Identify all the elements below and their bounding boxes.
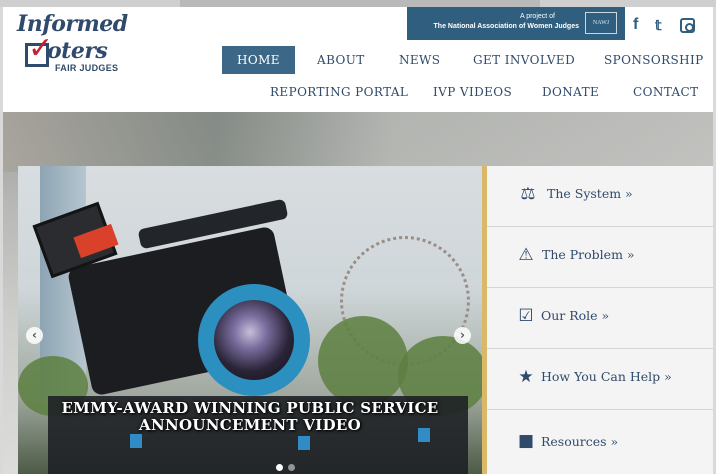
checkbox-icon: ☑ [518, 306, 534, 326]
site-header: Informed ✓ oters FAIR JUDGES A project o… [3, 7, 713, 112]
rig-blue-part [298, 436, 310, 450]
project-banner-line2: The National Association of Women Judges [433, 23, 579, 30]
slider-prev-button[interactable]: ‹ [26, 327, 43, 344]
menu-item-the-problem[interactable]: ⚠ The Problem » [487, 227, 713, 288]
facebook-icon[interactable]: f [633, 16, 638, 34]
slide-tree [318, 316, 408, 406]
slider-next-button[interactable]: › [454, 327, 471, 344]
project-banner-line1: A project of [519, 13, 555, 20]
logo-word-voters: oters [47, 38, 108, 64]
side-menu: ⚖ The System » ⚠ The Problem » ☑ Our Rol… [487, 166, 713, 474]
nawj-seal-icon: NAWJ [585, 12, 617, 34]
slide-caption-line1: EMMY-AWARD WINNING PUBLIC SERVICE [61, 399, 439, 417]
instagram-icon[interactable] [680, 18, 695, 33]
slide-caption[interactable]: EMMY-AWARD WINNING PUBLIC SERVICE ANNOUN… [18, 400, 482, 434]
scales-icon: ⚖ [520, 184, 536, 204]
menu-item-the-system[interactable]: ⚖ The System » [487, 166, 713, 227]
nav-donate[interactable]: DONATE [542, 85, 599, 99]
warning-icon: ⚠ [518, 245, 534, 265]
video-camera-icon: ■ [517, 431, 535, 451]
menu-item-our-role[interactable]: ☑ Our Role » [487, 288, 713, 349]
menu-item-how-you-can-help[interactable]: ★ How You Can Help » [487, 349, 713, 410]
nav-contact[interactable]: CONTACT [633, 85, 699, 99]
video-slider[interactable]: EMMY-AWARD WINNING PUBLIC SERVICE ANNOUN… [18, 166, 482, 474]
menu-item-resources[interactable]: ■ Resources » [487, 410, 713, 474]
nav-news[interactable]: NEWS [399, 53, 440, 67]
menu-item-label: The Problem » [542, 247, 635, 262]
menu-item-label: The System » [547, 186, 633, 201]
nav-home[interactable]: HOME [222, 46, 295, 74]
menu-item-label: Our Role » [541, 308, 610, 323]
rig-blue-part [130, 434, 142, 448]
slider-dot[interactable] [288, 464, 295, 471]
nav-ivp-videos[interactable]: IVP VIDEOS [433, 85, 512, 99]
star-icon: ★ [518, 367, 534, 387]
site-logo[interactable]: Informed ✓ oters FAIR JUDGES [17, 11, 128, 81]
logo-tagline: FAIR JUDGES [55, 63, 119, 73]
nav-get-involved[interactable]: GET INVOLVED [473, 53, 575, 67]
slider-dot[interactable] [276, 464, 283, 471]
project-banner[interactable]: A project of The National Association of… [407, 7, 625, 40]
nav-sponsorship[interactable]: SPONSORSHIP [604, 53, 704, 67]
nav-about[interactable]: ABOUT [317, 53, 365, 67]
nav-reporting-portal[interactable]: REPORTING PORTAL [270, 85, 408, 99]
top-strip [0, 0, 716, 7]
menu-item-label: How You Can Help » [541, 369, 672, 384]
slide-caption-line2: ANNOUNCEMENT VIDEO [139, 416, 361, 434]
slider-dots [276, 456, 300, 474]
twitter-icon[interactable]: 𝕥 [655, 16, 662, 34]
menu-item-label: Resources » [541, 434, 619, 449]
camera-lens [214, 300, 294, 380]
